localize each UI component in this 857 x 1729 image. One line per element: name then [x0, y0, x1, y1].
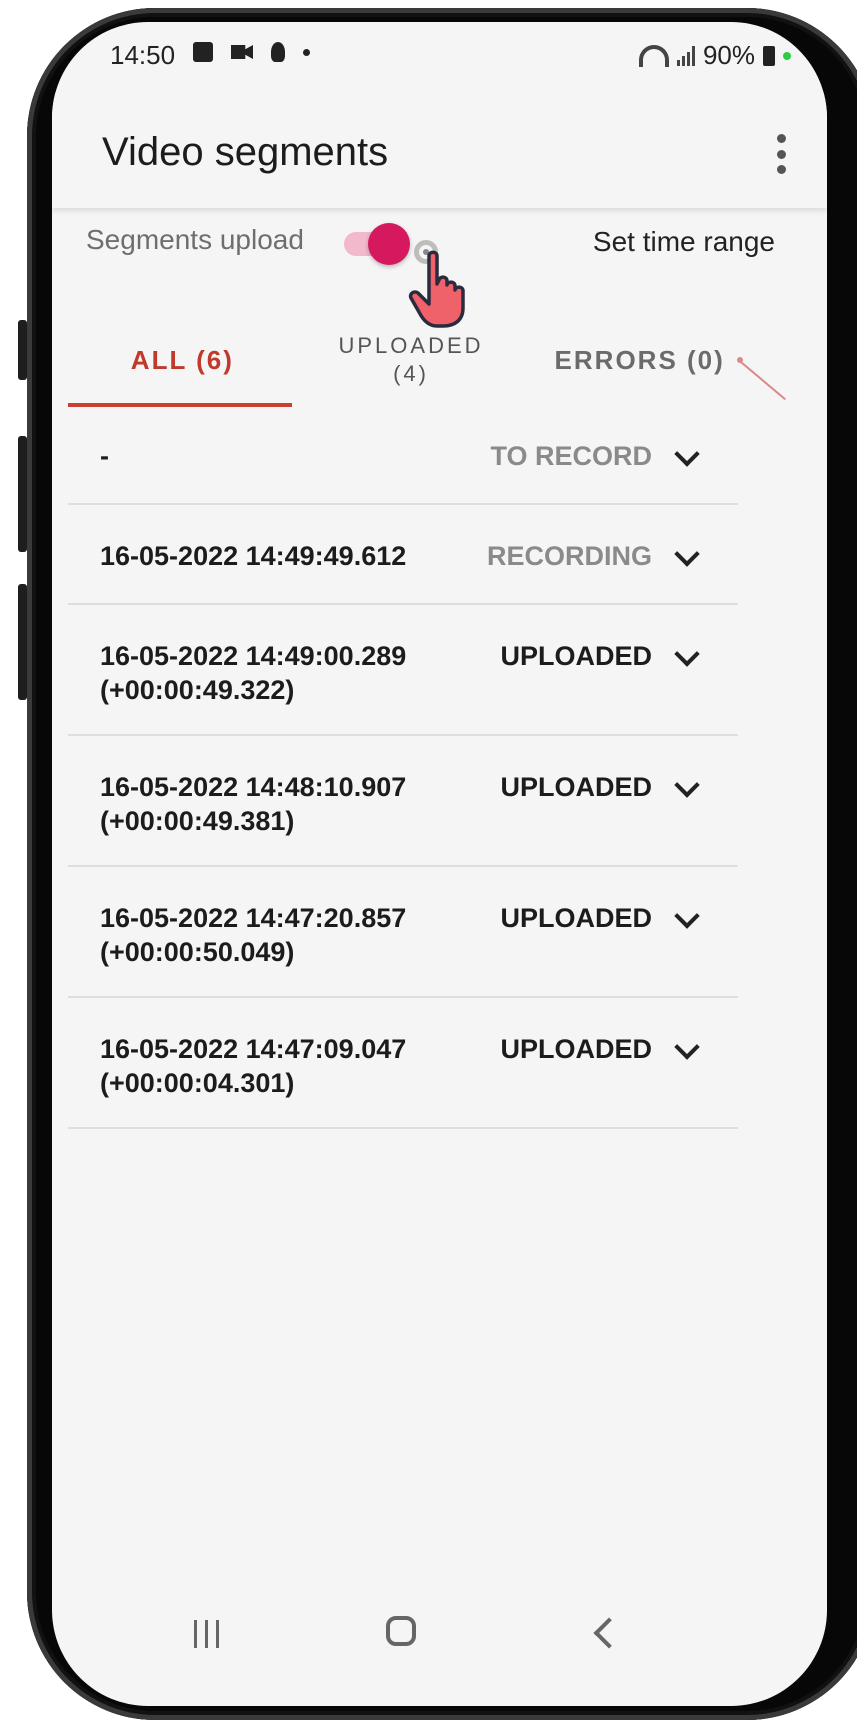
list-item[interactable]: 16-05-2022 14:49:00.289 (+00:00:49.322) …	[68, 605, 738, 736]
segment-duration: (+00:00:04.301)	[100, 1068, 295, 1098]
status-icons	[193, 42, 310, 62]
list-item[interactable]: 16-05-2022 14:48:10.907 (+00:00:49.381) …	[68, 736, 738, 867]
segment-date: 16-05-2022 14:48:10.907	[100, 772, 407, 802]
signal-icon	[676, 45, 695, 66]
chevron-down-icon[interactable]	[674, 903, 700, 929]
chevron-down-icon[interactable]	[674, 441, 700, 467]
app-bar: Video segments	[52, 92, 827, 208]
status-time: 14:50	[110, 40, 176, 70]
tab-bar: ALL (6) UPLOADED (4) ERRORS (0)	[68, 312, 754, 408]
segment-duration: (+00:00:50.049)	[100, 937, 295, 967]
battery-percent: 90%	[702, 40, 755, 70]
tab-uploaded[interactable]: UPLOADED (4)	[297, 312, 526, 408]
segment-status: UPLOADED	[500, 1034, 652, 1064]
side-button	[18, 320, 27, 380]
list-item[interactable]: 16-05-2022 14:47:20.857 (+00:00:50.049) …	[68, 867, 738, 998]
video-camera-icon	[231, 45, 253, 59]
set-time-range-button[interactable]: Set time range	[593, 226, 775, 258]
image-icon	[193, 42, 213, 62]
segments-upload-toggle[interactable]	[344, 223, 410, 265]
home-icon[interactable]	[386, 1616, 416, 1646]
navigation-bar	[52, 1606, 827, 1666]
chevron-down-icon[interactable]	[674, 541, 700, 567]
back-icon[interactable]	[593, 1617, 625, 1649]
segment-status: RECORDING	[486, 541, 652, 571]
segment-status: TO RECORD	[490, 441, 652, 471]
segment-duration: (+00:00:49.381)	[100, 806, 295, 836]
privacy-indicator-icon	[783, 51, 791, 60]
chevron-down-icon[interactable]	[674, 1034, 700, 1060]
toggle-knob	[368, 223, 410, 265]
page-title: Video segments	[102, 130, 389, 174]
list-item[interactable]: 16-05-2022 14:47:09.047 (+00:00:04.301) …	[68, 998, 738, 1129]
segments-list: - TO RECORD 16-05-2022 14:49:49.612 RECO…	[68, 407, 738, 1129]
tab-errors[interactable]: ERRORS (0)	[525, 312, 754, 408]
segment-status: UPLOADED	[500, 772, 652, 802]
segment-status: UPLOADED	[500, 641, 652, 671]
list-item[interactable]: 16-05-2022 14:49:49.612 RECORDING	[68, 505, 738, 605]
wifi-icon	[638, 44, 669, 67]
chevron-down-icon[interactable]	[674, 641, 700, 667]
phone-screen: 14:50 90% Video segments Segments upload…	[52, 22, 827, 1706]
segment-status: UPLOADED	[500, 903, 652, 933]
chevron-down-icon[interactable]	[674, 772, 700, 798]
segment-date: 16-05-2022 14:49:49.612	[100, 541, 407, 571]
status-right: 90%	[638, 40, 791, 71]
recent-apps-icon[interactable]	[194, 1620, 219, 1648]
segment-date: 16-05-2022 14:47:20.857	[100, 903, 407, 933]
segment-duration: (+00:00:49.322)	[100, 675, 295, 705]
battery-icon	[763, 45, 775, 66]
tab-all[interactable]: ALL (6)	[68, 312, 297, 408]
volume-up-button	[18, 436, 27, 552]
segment-date: 16-05-2022 14:47:09.047	[100, 1034, 407, 1064]
segment-date: -	[100, 441, 109, 471]
lightbulb-icon	[271, 42, 285, 62]
overflow-menu-icon[interactable]	[775, 134, 787, 174]
segment-date: 16-05-2022 14:49:00.289	[100, 641, 407, 671]
volume-down-button	[18, 584, 27, 700]
notification-dot-icon	[303, 48, 310, 56]
segments-upload-label: Segments upload	[86, 224, 304, 255]
list-item[interactable]: - TO RECORD	[68, 407, 738, 505]
